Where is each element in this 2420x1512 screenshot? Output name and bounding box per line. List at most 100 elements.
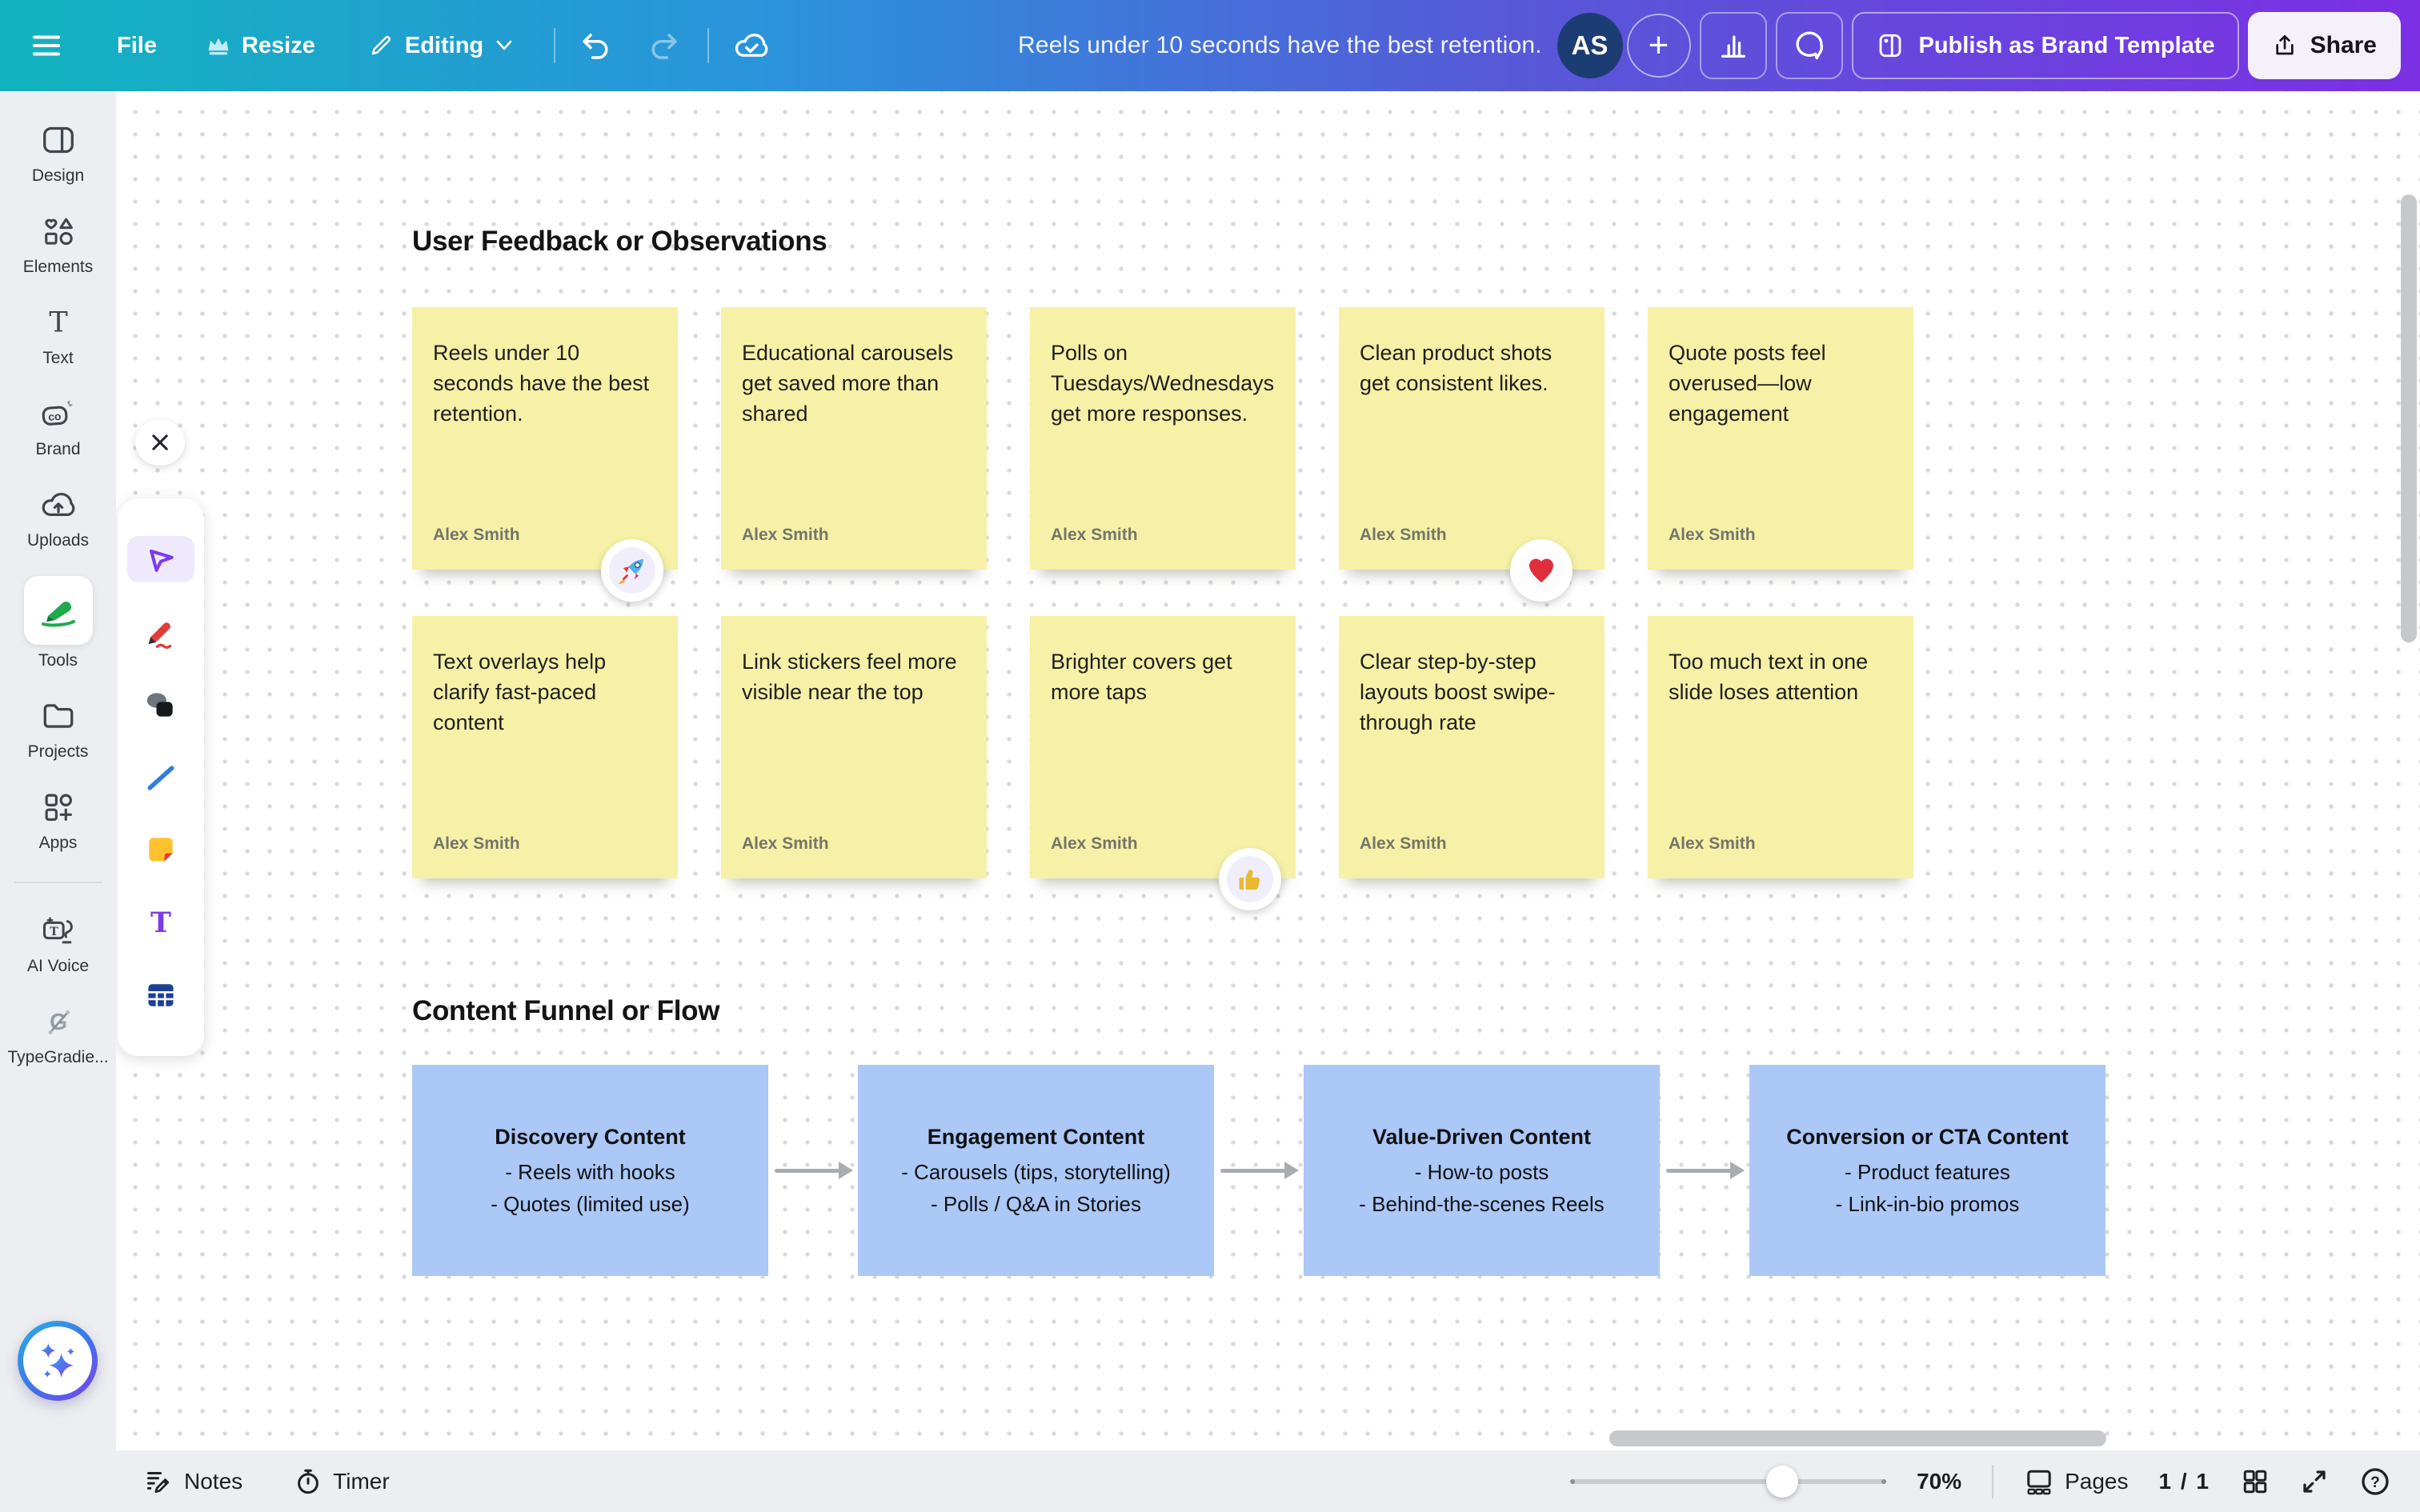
tool-table-button[interactable] xyxy=(127,972,194,1018)
flow-box-engagement[interactable]: Engagement Content - Carousels (tips, st… xyxy=(858,1065,1214,1276)
tool-shapes-button[interactable] xyxy=(127,682,194,728)
sidebar-item-text[interactable]: T Text xyxy=(0,302,116,368)
document-title[interactable]: Reels under 10 seconds have the best ret… xyxy=(1018,32,1542,59)
flow-box-discovery[interactable]: Discovery Content - Reels with hooks - Q… xyxy=(412,1065,768,1276)
undo-button[interactable] xyxy=(579,29,613,62)
tool-select-button[interactable] xyxy=(127,535,194,582)
close-icon xyxy=(152,434,168,450)
sticky-note-text: Too much text in one slide loses attenti… xyxy=(1669,650,1869,704)
share-button[interactable]: Share xyxy=(2247,12,2401,79)
flow-arrow[interactable] xyxy=(1214,1065,1304,1276)
file-menu-button[interactable]: File xyxy=(117,33,157,59)
sidebar-label: Brand xyxy=(35,440,81,458)
flow-box-value-driven[interactable]: Value-Driven Content - How-to posts - Be… xyxy=(1304,1065,1660,1276)
rocket-reaction-icon xyxy=(618,558,644,585)
avatar[interactable]: AS xyxy=(1557,13,1623,78)
horizontal-scrollbar[interactable] xyxy=(1609,1430,2106,1446)
ai-voice-icon: T xyxy=(42,917,73,944)
sidebar-item-design[interactable]: Design xyxy=(0,120,116,186)
hamburger-icon xyxy=(33,35,60,56)
sticky-note[interactable]: Text overlays help clarify fast-paced co… xyxy=(412,616,678,878)
sticky-notes-grid: Reels under 10 seconds have the best ret… xyxy=(412,307,1913,910)
ai-assistant-button[interactable] xyxy=(18,1321,98,1401)
notes-icon xyxy=(147,1471,170,1493)
sidebar-label: Tools xyxy=(38,651,78,670)
reaction-badge[interactable] xyxy=(1219,848,1281,910)
sticky-note[interactable]: Clear step-by-step layouts boost swipe-t… xyxy=(1339,616,1605,878)
text-icon: T xyxy=(49,307,67,338)
redo-button[interactable] xyxy=(647,29,680,62)
resize-label: Resize xyxy=(241,32,315,58)
select-cursor-icon xyxy=(150,549,174,572)
flow-box-item: - How-to posts xyxy=(1414,1159,1549,1184)
sidebar-item-apps[interactable]: Apps xyxy=(0,787,116,853)
sticky-note[interactable]: Quote posts feel overused—low engagement… xyxy=(1648,307,1913,570)
sidebar-label: TypeGradie... xyxy=(7,1048,109,1066)
left-sidebar: Design Elements T Text co Brand Uploads … xyxy=(0,91,116,1512)
editing-mode-dropdown[interactable]: Editing xyxy=(368,33,514,59)
svg-text:T: T xyxy=(50,926,58,938)
brand-icon: co xyxy=(42,399,73,426)
sidebar-divider xyxy=(14,882,102,883)
reaction-badge[interactable] xyxy=(1510,539,1573,602)
flow-arrow[interactable] xyxy=(768,1065,858,1276)
tool-sticky-note-button[interactable] xyxy=(127,826,194,873)
comments-button[interactable] xyxy=(1775,12,1843,79)
sticky-note-text: Text overlays help clarify fast-paced co… xyxy=(433,650,607,734)
pages-icon xyxy=(2027,1470,2051,1494)
resize-button[interactable]: Resize xyxy=(206,33,315,59)
pages-button[interactable]: Pages xyxy=(2024,1467,2129,1496)
fullscreen-button[interactable] xyxy=(2300,1467,2329,1496)
close-toolbar-button[interactable] xyxy=(135,419,185,466)
svg-text:T: T xyxy=(150,906,171,939)
zoom-slider[interactable] xyxy=(1570,1465,1887,1498)
sticky-note[interactable]: Clean product shots get consistent likes… xyxy=(1339,307,1605,602)
help-button[interactable]: ? xyxy=(2359,1466,2391,1498)
sidebar-item-ai-voice[interactable]: T AI Voice xyxy=(0,910,116,976)
whiteboard-canvas[interactable]: User Feedback or Observations Reels unde… xyxy=(116,91,2420,1450)
sticky-note[interactable]: Brighter covers get more taps Alex Smith xyxy=(1030,616,1296,910)
insights-button[interactable] xyxy=(1699,12,1767,79)
add-collaborator-button[interactable]: + xyxy=(1626,14,1691,78)
sticky-note[interactable]: Educational carousels get saved more tha… xyxy=(721,307,987,570)
sticky-note-author: Alex Smith xyxy=(1360,526,1447,544)
sticky-note[interactable]: Link stickers feel more visible near the… xyxy=(721,616,987,878)
avatar-initials: AS xyxy=(1571,30,1609,60)
sidebar-item-projects[interactable]: Projects xyxy=(0,696,116,762)
tool-line-button[interactable] xyxy=(127,754,194,801)
typegradient-icon: G xyxy=(48,1010,70,1035)
flow-arrow[interactable] xyxy=(1660,1065,1749,1276)
publish-brand-template-button[interactable]: Publish as Brand Template xyxy=(1851,12,2239,79)
sidebar-label: Uploads xyxy=(26,531,90,550)
tool-text-button[interactable]: T xyxy=(127,899,194,946)
sidebar-item-uploads[interactable]: Uploads xyxy=(0,485,116,550)
section-title-feedback[interactable]: User Feedback or Observations xyxy=(412,226,827,258)
vertical-scrollbar[interactable] xyxy=(2401,194,2417,642)
sticky-note[interactable]: Polls on Tuesdays/Wednesdays get more re… xyxy=(1030,307,1296,570)
flow-box-conversion[interactable]: Conversion or CTA Content - Product feat… xyxy=(1749,1065,2105,1276)
main-menu-button[interactable] xyxy=(32,34,61,58)
cloud-save-status-button[interactable] xyxy=(733,29,770,62)
sidebar-item-elements[interactable]: Elements xyxy=(0,211,116,277)
sidebar-item-brand[interactable]: co Brand xyxy=(0,394,116,459)
grid-view-button[interactable] xyxy=(2241,1467,2270,1496)
sticky-note[interactable]: Too much text in one slide loses attenti… xyxy=(1648,616,1913,878)
projects-folder-icon xyxy=(43,704,73,728)
notes-button[interactable]: Notes xyxy=(145,1467,242,1496)
section-title-funnel[interactable]: Content Funnel or Flow xyxy=(412,995,719,1027)
flow-box-title: Value-Driven Content xyxy=(1372,1124,1592,1149)
sticky-note-text: Clean product shots get consistent likes… xyxy=(1360,341,1553,395)
zoom-level[interactable]: 70% xyxy=(1917,1469,1961,1494)
flow-box-item: - Link-in-bio promos xyxy=(1835,1191,2020,1216)
sticky-note-author: Alex Smith xyxy=(433,834,520,853)
grid-view-icon xyxy=(2243,1470,2267,1493)
timer-button[interactable]: Timer xyxy=(294,1467,390,1496)
sticky-note[interactable]: Reels under 10 seconds have the best ret… xyxy=(412,307,678,602)
sidebar-item-tools[interactable]: Tools xyxy=(0,576,116,670)
zoom-slider-thumb[interactable] xyxy=(1765,1465,1798,1498)
svg-text:T: T xyxy=(49,307,67,338)
sidebar-item-typegradient[interactable]: G TypeGradie... xyxy=(0,1002,116,1067)
tools-pen-icon xyxy=(41,602,75,627)
reaction-badge[interactable] xyxy=(601,539,663,602)
tool-draw-button[interactable] xyxy=(127,609,194,655)
